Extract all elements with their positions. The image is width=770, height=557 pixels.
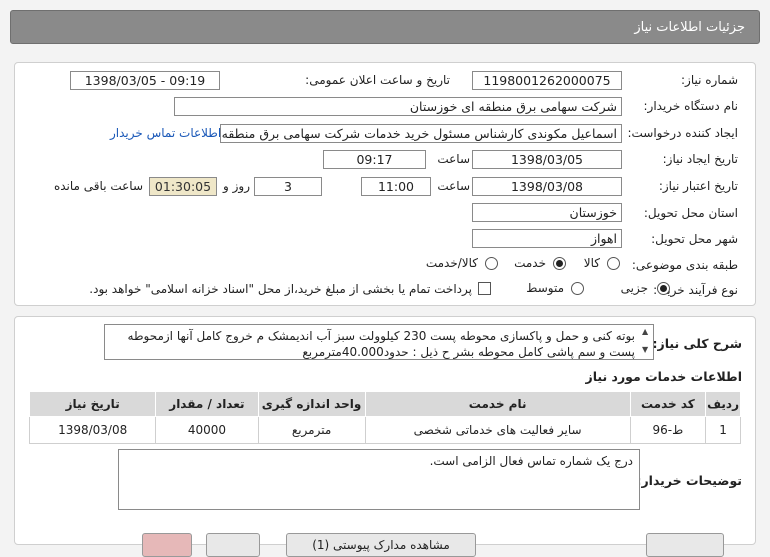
table-row: 1 ط-96 سایر فعالیت های خدماتی شخصی مترمر… <box>28 416 741 444</box>
col-need-date: تاریخ نیاز <box>28 391 157 417</box>
announce-field: 1398/03/05 - 09:19 <box>70 71 220 90</box>
process-medium-label: متوسط <box>526 281 564 295</box>
process-minor-radio[interactable] <box>657 282 670 295</box>
created-time-field: 09:17 <box>323 150 426 169</box>
cell-service-name: سایر فعالیت های خدماتی شخصی <box>364 416 631 444</box>
cell-need-date: 1398/03/08 <box>28 416 157 444</box>
cell-unit: مترمربع <box>257 416 366 444</box>
page-header: جزئیات اطلاعات نیاز <box>10 10 760 44</box>
category-label: طبقه بندی موضوعی: <box>631 258 738 272</box>
buyer-contact-link[interactable]: اطلاعات تماس خریدار <box>110 126 221 140</box>
city-label: شهر محل تحویل: <box>651 232 738 246</box>
requester-field: اسماعیل مکوندی کارشناس مسئول خرید خدمات … <box>220 124 622 143</box>
validity-time-field: 11:00 <box>361 177 431 196</box>
created-time-label: ساعت <box>437 152 470 166</box>
validity-date-label: تاریخ اعتبار نیاز: <box>658 179 738 193</box>
need-number-label: شماره نیاز: <box>681 73 738 87</box>
footer-button-right[interactable] <box>646 533 724 557</box>
treasury-payment-checkbox[interactable] <box>478 282 491 295</box>
view-attachments-button[interactable]: مشاهده مدارک پیوستی (1) <box>286 533 476 557</box>
col-quantity: تعداد / مقدار <box>155 391 259 417</box>
cell-service-code: ط-96 <box>629 416 707 444</box>
buyer-org-label: نام دستگاه خریدار: <box>643 99 739 113</box>
process-medium-radio[interactable] <box>571 282 584 295</box>
city-field: اهواز <box>472 229 622 248</box>
need-number-field: 1198001262000075 <box>472 71 622 90</box>
services-title: اطلاعات خدمات مورد نیاز <box>585 369 743 384</box>
services-table: ردیف کد خدمت نام خدمت واحد اندازه گیری ت… <box>28 391 741 444</box>
requester-label: ایجاد کننده درخواست: <box>627 126 738 140</box>
province-field: خوزستان <box>472 203 622 222</box>
validity-time-label: ساعت <box>437 179 470 193</box>
col-unit: واحد اندازه گیری <box>257 391 366 417</box>
buyer-notes-textarea[interactable]: درج یک شماره تماس فعال الزامی است. <box>118 449 640 510</box>
process-minor-label: جزیی <box>620 281 648 295</box>
created-date-label: تاریخ ایجاد نیاز: <box>662 152 738 166</box>
category-service-radio[interactable] <box>553 257 566 270</box>
category-service-label: خدمت <box>514 256 546 270</box>
footer-button-back[interactable] <box>206 533 260 557</box>
category-goods-label: کالا <box>583 256 600 270</box>
summary-textarea[interactable]: بوته کنی و حمل و پاکسازی محوطه پست 230 ک… <box>104 324 654 360</box>
scroll-down-icon[interactable]: ▼ <box>642 345 648 354</box>
buyer-org-field: شرکت سهامی برق منطقه ای خوزستان <box>174 97 622 116</box>
remaining-time-field: 01:30:05 <box>149 177 217 196</box>
days-label: روز و <box>223 179 250 193</box>
scroll-up-icon[interactable]: ▲ <box>642 327 648 336</box>
province-label: استان محل تحویل: <box>643 206 738 220</box>
category-goods-service-label: کالا/خدمت <box>425 256 478 270</box>
category-goods-service-radio[interactable] <box>485 257 498 270</box>
created-date-field: 1398/03/05 <box>472 150 622 169</box>
col-service-code: کد خدمت <box>629 391 707 417</box>
announce-label: تاریخ و ساعت اعلان عمومی: <box>305 73 450 87</box>
validity-date-field: 1398/03/08 <box>472 177 622 196</box>
page-title: جزئیات اطلاعات نیاز <box>634 20 745 35</box>
col-row-number: ردیف <box>705 391 741 417</box>
category-goods-radio[interactable] <box>607 257 620 270</box>
summary-label: شرح کلی نیاز: <box>652 336 742 351</box>
days-field: 3 <box>254 177 322 196</box>
col-service-name: نام خدمت <box>364 391 631 417</box>
table-header-row: ردیف کد خدمت نام خدمت واحد اندازه گیری ت… <box>28 391 741 417</box>
cell-row-number: 1 <box>705 416 741 444</box>
remaining-label: ساعت باقی مانده <box>53 179 143 193</box>
footer-button-print[interactable] <box>142 533 192 557</box>
buyer-notes-label: توضیحات خریدار: <box>636 473 742 488</box>
cell-quantity: 40000 <box>155 416 259 444</box>
payment-note: پرداخت تمام یا بخشی از مبلغ خرید،از محل … <box>89 282 472 296</box>
